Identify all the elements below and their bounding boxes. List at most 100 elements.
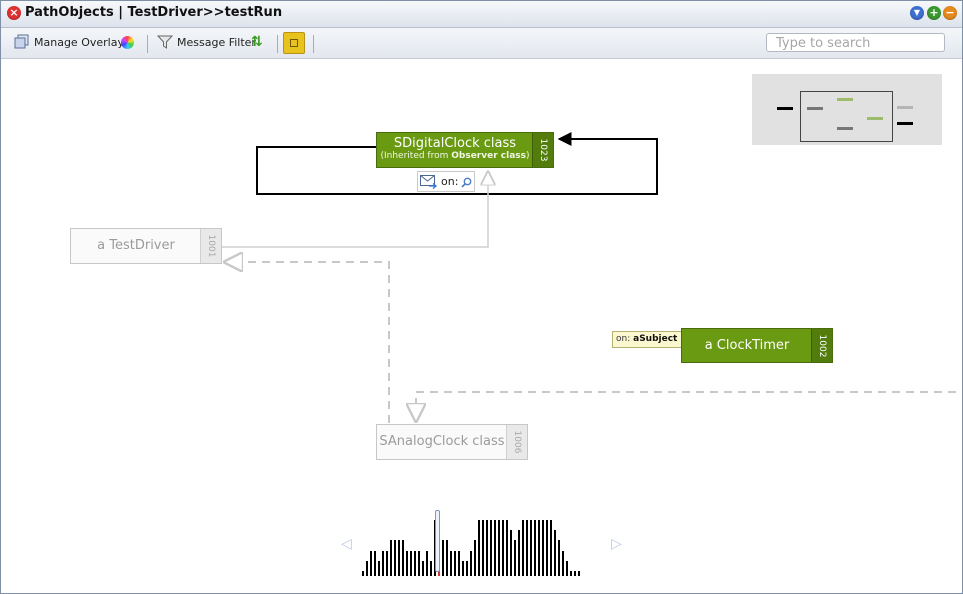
timeline-bar[interactable] bbox=[550, 520, 552, 576]
note-prefix: on: bbox=[616, 334, 631, 344]
timeline-bar[interactable] bbox=[518, 530, 520, 576]
timeline-bar[interactable] bbox=[526, 520, 528, 576]
refresh-button[interactable]: ⇅ bbox=[251, 35, 263, 49]
node-id: 1002 bbox=[811, 329, 832, 362]
minimap-node bbox=[897, 122, 913, 125]
layout-toggle-button[interactable] bbox=[283, 32, 305, 54]
node-label-container: SDigitalClock class (Inherited from Obse… bbox=[377, 133, 533, 167]
node-label: a ClockTimer bbox=[704, 338, 790, 353]
minimap-node bbox=[777, 107, 793, 110]
minimap-node bbox=[897, 106, 913, 109]
timeline-bar[interactable] bbox=[554, 530, 556, 576]
timeline-bar[interactable] bbox=[446, 540, 448, 576]
timeline-bar[interactable] bbox=[510, 530, 512, 576]
timeline-bar[interactable] bbox=[426, 551, 428, 576]
timeline-bar[interactable] bbox=[382, 551, 384, 576]
timeline-bar[interactable] bbox=[542, 520, 544, 576]
timeline-bar[interactable] bbox=[490, 520, 492, 576]
timeline-bar[interactable] bbox=[530, 520, 532, 576]
node-id-label: 1001 bbox=[206, 234, 216, 258]
timeline-bar[interactable] bbox=[402, 540, 404, 576]
toolbar-separator bbox=[277, 35, 278, 53]
timeline-bar[interactable] bbox=[374, 551, 376, 576]
timeline-bar[interactable] bbox=[470, 551, 472, 576]
timeline-bar[interactable] bbox=[390, 540, 392, 576]
timeline-bar[interactable] bbox=[570, 571, 572, 576]
timeline-bar[interactable] bbox=[478, 520, 480, 576]
timeline-bar[interactable] bbox=[574, 571, 576, 576]
add-icon[interactable]: + bbox=[927, 6, 941, 20]
clocktimer-edge bbox=[416, 391, 956, 421]
timeline-bar[interactable] bbox=[454, 551, 456, 576]
timeline-bar[interactable] bbox=[522, 520, 524, 576]
toolbar: Manage Overlays Message Filter ⇅ Type to… bbox=[1, 28, 962, 59]
layout-toggle-icon bbox=[290, 39, 298, 47]
left-arrow-icon[interactable]: ◁ bbox=[341, 536, 352, 552]
timeline-bar[interactable] bbox=[534, 520, 536, 576]
search-input[interactable]: Type to search bbox=[766, 33, 945, 52]
timeline-bar[interactable] bbox=[578, 571, 580, 576]
node-id-label: 1006 bbox=[512, 430, 522, 454]
timeline-bar[interactable] bbox=[462, 561, 464, 576]
timeline-bar[interactable] bbox=[366, 561, 368, 576]
timeline-bar[interactable] bbox=[410, 551, 412, 576]
message-filter-label: Message Filter bbox=[177, 35, 256, 49]
node-sdigitalclock-class[interactable]: SDigitalClock class (Inherited from Obse… bbox=[376, 132, 554, 168]
minimap[interactable] bbox=[752, 74, 942, 145]
node-sublabel-bold: Observer class bbox=[451, 151, 526, 161]
node-sublabel-suffix: ) bbox=[526, 151, 530, 161]
timeline-bar[interactable] bbox=[538, 520, 540, 576]
timeline-bar[interactable] bbox=[562, 551, 564, 576]
timeline-bar[interactable] bbox=[566, 561, 568, 576]
timeline-bar[interactable] bbox=[506, 520, 508, 576]
timeline-bar[interactable] bbox=[394, 540, 396, 576]
message-filter-button[interactable]: Message Filter bbox=[157, 34, 256, 50]
timeline-cursor[interactable] bbox=[435, 510, 440, 572]
timeline-bar[interactable] bbox=[498, 520, 500, 576]
subject-note: on: aSubject bbox=[612, 331, 682, 348]
timeline-bar[interactable] bbox=[386, 551, 388, 576]
timeline-bar[interactable] bbox=[486, 520, 488, 576]
minimap-node bbox=[837, 98, 853, 101]
timeline-bar[interactable] bbox=[514, 540, 516, 576]
inspect-icon[interactable] bbox=[461, 177, 472, 188]
timeline-bar[interactable] bbox=[406, 551, 408, 576]
timeline-bar[interactable] bbox=[370, 551, 372, 576]
close-icon[interactable]: × bbox=[7, 6, 21, 20]
timeline-bar[interactable] bbox=[546, 520, 548, 576]
title-bar[interactable]: × PathObjects | TestDriver>>testRun ▼ + … bbox=[1, 1, 962, 28]
timeline-bar[interactable] bbox=[442, 540, 444, 576]
node-a-testdriver[interactable]: a TestDriver 1001 bbox=[70, 228, 222, 264]
minimize-icon[interactable]: − bbox=[943, 6, 957, 20]
minimap-node bbox=[807, 107, 823, 110]
message-envelope-icon bbox=[420, 175, 437, 189]
manage-overlays-button[interactable]: Manage Overlays bbox=[14, 34, 130, 50]
timeline-bar[interactable] bbox=[458, 551, 460, 576]
timeline-bar[interactable] bbox=[494, 520, 496, 576]
right-arrow-icon[interactable]: ▷ bbox=[611, 536, 622, 552]
dropdown-icon[interactable]: ▼ bbox=[910, 6, 924, 20]
node-sublabel-prefix: (Inherited from bbox=[380, 151, 452, 161]
graph-canvas[interactable]: SDigitalClock class (Inherited from Obse… bbox=[7, 59, 956, 587]
timeline-bar[interactable] bbox=[418, 551, 420, 576]
timeline[interactable]: ◁ ▷ bbox=[341, 504, 631, 576]
timeline-bar[interactable] bbox=[502, 520, 504, 576]
filter-icon bbox=[157, 35, 173, 49]
node-a-clocktimer[interactable]: a ClockTimer 1002 bbox=[681, 328, 833, 363]
timeline-bar[interactable] bbox=[450, 551, 452, 576]
timeline-bar[interactable] bbox=[378, 561, 380, 576]
timeline-bar[interactable] bbox=[422, 561, 424, 576]
timeline-bar[interactable] bbox=[430, 561, 432, 576]
manage-overlays-label: Manage Overlays bbox=[34, 35, 130, 49]
node-sanalogclock-class[interactable]: SAnalogClock class 1006 bbox=[376, 424, 528, 460]
timeline-bar[interactable] bbox=[482, 520, 484, 576]
timeline-bar[interactable] bbox=[474, 540, 476, 576]
color-wheel-button[interactable] bbox=[121, 36, 134, 49]
node-id: 1006 bbox=[506, 425, 527, 459]
timeline-bar[interactable] bbox=[558, 540, 560, 576]
message-box[interactable]: on: bbox=[417, 171, 475, 192]
timeline-bar[interactable] bbox=[414, 551, 416, 576]
timeline-bar[interactable] bbox=[398, 540, 400, 576]
timeline-bar[interactable] bbox=[466, 561, 468, 576]
timeline-bar[interactable] bbox=[362, 571, 364, 576]
